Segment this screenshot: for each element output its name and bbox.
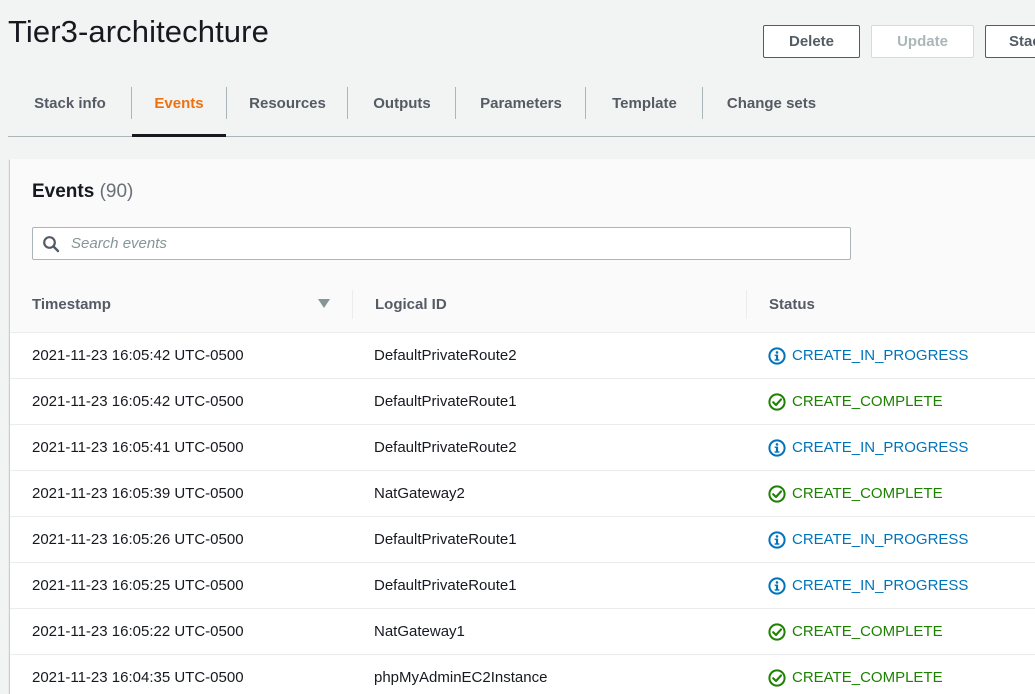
cell-status: CREATE_IN_PROGRESS	[768, 333, 968, 378]
table-row[interactable]: 2021-11-23 16:05:22 UTC-0500 NatGateway1 C…	[10, 609, 1035, 655]
table-row[interactable]: 2021-11-23 16:05:42 UTC-0500 DefaultPriva…	[10, 379, 1035, 425]
tab-template[interactable]: Template	[586, 70, 703, 136]
cell-status: CREATE_COMPLETE	[768, 655, 943, 694]
cell-timestamp: 2021-11-23 16:05:26 UTC-0500	[32, 531, 244, 548]
status-text: CREATE_IN_PROGRESS	[792, 531, 969, 548]
cell-timestamp: 2021-11-23 16:05:41 UTC-0500	[32, 439, 244, 456]
column-divider	[746, 290, 747, 319]
table-row[interactable]: 2021-11-23 16:05:42 UTC-0500 DefaultPriva…	[10, 333, 1035, 379]
events-panel-header: Events (90)	[10, 159, 1035, 278]
update-button[interactable]: Update	[871, 25, 974, 58]
cloudformation-stack-page: Tier3-architechture Delete Update Stac S…	[0, 0, 1035, 694]
status-text: CREATE_IN_PROGRESS	[792, 347, 969, 364]
search-box[interactable]	[32, 227, 851, 260]
cell-status: CREATE_IN_PROGRESS	[768, 563, 968, 608]
events-table-body: 2021-11-23 16:05:42 UTC-0500 DefaultPriva…	[10, 333, 1035, 694]
column-header-status[interactable]: Status	[769, 277, 815, 332]
tab-parameters[interactable]: Parameters	[456, 70, 586, 136]
cell-logical-id: NatGateway2	[374, 485, 465, 502]
events-panel: Events (90) Timestamp Logical ID Status …	[10, 159, 1035, 694]
stack-tabs: Stack info Events Resources Outputs Para…	[8, 70, 1035, 137]
tab-outputs[interactable]: Outputs	[348, 70, 456, 136]
delete-button[interactable]: Delete	[763, 25, 860, 58]
cell-logical-id: DefaultPrivateRoute1	[374, 577, 517, 594]
cell-logical-id: DefaultPrivateRoute1	[374, 531, 517, 548]
sort-descending-icon[interactable]	[318, 299, 330, 309]
info-icon	[768, 576, 786, 595]
cell-logical-id: DefaultPrivateRoute2	[374, 347, 517, 364]
cell-timestamp: 2021-11-23 16:05:22 UTC-0500	[32, 623, 244, 640]
column-divider	[352, 290, 353, 319]
stack-actions-button[interactable]: Stac	[985, 25, 1035, 58]
tab-resources[interactable]: Resources	[227, 70, 348, 136]
success-icon	[768, 668, 786, 687]
status-text: CREATE_COMPLETE	[792, 623, 943, 640]
cell-timestamp: 2021-11-23 16:05:25 UTC-0500	[32, 577, 244, 594]
status-text: CREATE_COMPLETE	[792, 485, 943, 502]
cell-logical-id: DefaultPrivateRoute2	[374, 439, 517, 456]
events-table-header: Timestamp Logical ID Status	[10, 277, 1035, 333]
column-header-timestamp[interactable]: Timestamp	[32, 277, 111, 332]
search-icon	[43, 236, 60, 253]
cell-status: CREATE_COMPLETE	[768, 471, 943, 516]
table-row[interactable]: 2021-11-23 16:04:35 UTC-0500 phpMyAdminEC…	[10, 655, 1035, 694]
table-row[interactable]: 2021-11-23 16:05:26 UTC-0500 DefaultPriva…	[10, 517, 1035, 563]
cell-status: CREATE_COMPLETE	[768, 379, 943, 424]
tab-events[interactable]: Events	[132, 70, 226, 137]
events-title: Events (90)	[32, 181, 133, 203]
column-header-logical-id[interactable]: Logical ID	[375, 277, 447, 332]
cell-timestamp: 2021-11-23 16:05:42 UTC-0500	[32, 347, 244, 364]
success-icon	[768, 622, 786, 641]
search-input[interactable]	[71, 228, 841, 259]
cell-timestamp: 2021-11-23 16:05:42 UTC-0500	[32, 393, 244, 410]
success-icon	[768, 392, 786, 411]
status-text: CREATE_IN_PROGRESS	[792, 577, 969, 594]
table-row[interactable]: 2021-11-23 16:05:39 UTC-0500 NatGateway2 C…	[10, 471, 1035, 517]
page-title: Tier3-architechture	[8, 14, 269, 49]
cell-status: CREATE_IN_PROGRESS	[768, 425, 968, 470]
events-title-label: Events	[32, 181, 95, 202]
cell-logical-id: DefaultPrivateRoute1	[374, 393, 517, 410]
cell-status: CREATE_IN_PROGRESS	[768, 517, 968, 562]
info-icon	[768, 530, 786, 549]
info-icon	[768, 438, 786, 457]
table-row[interactable]: 2021-11-23 16:05:41 UTC-0500 DefaultPriva…	[10, 425, 1035, 471]
tab-stack-info[interactable]: Stack info	[8, 70, 132, 136]
cell-status: CREATE_COMPLETE	[768, 609, 943, 654]
cell-timestamp: 2021-11-23 16:04:35 UTC-0500	[32, 669, 244, 686]
info-icon	[768, 346, 786, 365]
success-icon	[768, 484, 786, 503]
tab-change-sets[interactable]: Change sets	[703, 70, 840, 136]
table-row[interactable]: 2021-11-23 16:05:25 UTC-0500 DefaultPriva…	[10, 563, 1035, 609]
cell-logical-id: NatGateway1	[374, 623, 465, 640]
status-text: CREATE_COMPLETE	[792, 393, 943, 410]
status-text: CREATE_IN_PROGRESS	[792, 439, 969, 456]
status-text: CREATE_COMPLETE	[792, 669, 943, 686]
cell-timestamp: 2021-11-23 16:05:39 UTC-0500	[32, 485, 244, 502]
events-count: (90)	[99, 181, 134, 202]
cell-logical-id: phpMyAdminEC2Instance	[374, 669, 548, 686]
